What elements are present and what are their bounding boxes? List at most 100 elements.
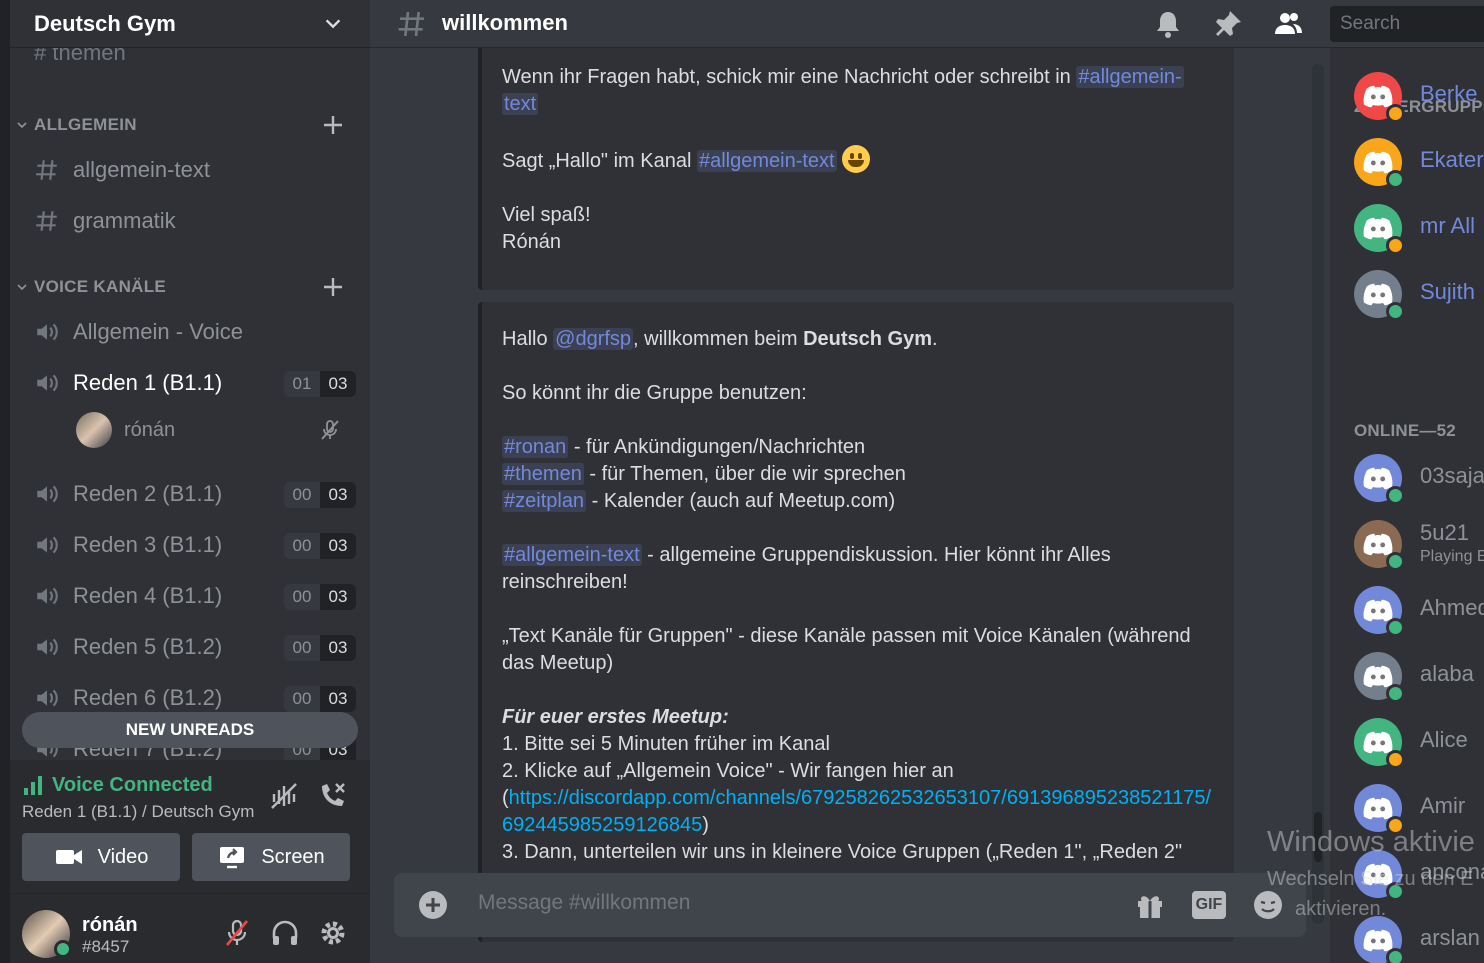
channel-mention[interactable]: #themen (502, 463, 584, 485)
member-item[interactable]: arslan (1354, 912, 1484, 963)
member-item[interactable]: 5u21 Playing E (1354, 516, 1484, 572)
user-count: 00 (284, 482, 320, 508)
gift-icon[interactable] (1134, 889, 1166, 921)
pin-icon[interactable] (1212, 8, 1244, 40)
user-tag[interactable]: #8457 (82, 937, 129, 957)
channel-title: willkommen (442, 10, 568, 35)
message-list: Wenn ihr Fragen habt, schick mir eine Na… (370, 48, 1330, 963)
user-limit-badge: 00 03 (284, 635, 356, 661)
message-heading: Für euer erstes Meetup: (502, 706, 729, 728)
message-text: So könnt ihr die Gruppe benutzen: (502, 382, 807, 404)
channel-name: grammatik (73, 208, 176, 233)
screen-share-icon (220, 847, 245, 869)
status-dot (1386, 552, 1405, 571)
hash-icon (36, 160, 57, 180)
scrollbar-thumb[interactable] (1314, 812, 1322, 862)
voice-location[interactable]: Reden 1 (B1.1) / Deutsch Gym (22, 802, 254, 822)
add-channel-icon[interactable] (322, 276, 344, 298)
channel-name: Reden 2 (B1.1) (73, 481, 223, 506)
member-item[interactable]: Ekater (1354, 134, 1484, 190)
member-name: arslan (1420, 925, 1480, 950)
category-allgemein[interactable]: ALLGEMEIN (10, 110, 370, 140)
voice-channel-reden-3[interactable]: Reden 3 (B1.1) 00 03 (26, 522, 356, 566)
channel-name: Reden 1 (B1.1) (73, 370, 223, 395)
noise-suppression-icon[interactable] (268, 780, 300, 812)
member-item[interactable]: Ahmed (1354, 582, 1484, 638)
category-voice[interactable]: VOICE KANÄLE (10, 272, 370, 302)
signal-icon[interactable] (22, 774, 46, 796)
status-dot (1386, 684, 1405, 703)
mic-muted-icon (321, 420, 339, 440)
channel-mention[interactable]: #allgemein-text (696, 150, 837, 172)
disconnect-icon[interactable] (316, 780, 348, 812)
category-label: ALLGEMEIN (34, 115, 137, 134)
speaker-icon (37, 374, 58, 392)
avatar (76, 412, 112, 448)
member-name: 5u21 (1420, 520, 1469, 545)
scrollbar-track[interactable] (1312, 64, 1324, 924)
member-item[interactable]: mr All (1354, 200, 1484, 256)
channel-mention[interactable]: text (502, 93, 539, 115)
member-item[interactable]: 03saja (1354, 450, 1484, 506)
member-item[interactable]: Sujith (1354, 266, 1484, 322)
channel-mention[interactable]: #zeitplan (502, 490, 587, 512)
message-text: #allgemein-text - allgemeine Gruppendisk… (502, 544, 1111, 593)
status-dot (1386, 170, 1405, 189)
server-header[interactable]: Deutsch Gym (10, 0, 370, 48)
members-icon[interactable] (1272, 8, 1304, 40)
voice-channel-reden-2[interactable]: Reden 2 (B1.1) 00 03 (26, 471, 356, 515)
member-item[interactable]: ancona (1354, 846, 1484, 902)
status-dot (1386, 948, 1405, 963)
voice-channel-allgemein[interactable]: Allgemein - Voice (26, 309, 356, 353)
user-limit-badge: 00 03 (284, 686, 356, 712)
user-limit: 03 (320, 686, 356, 712)
headphones-icon[interactable] (270, 918, 300, 948)
voice-user-item[interactable]: rónán (74, 410, 356, 450)
member-item[interactable]: Alice (1354, 714, 1484, 770)
user-limit-badge: 00 03 (284, 584, 356, 610)
online-status-dot (54, 940, 72, 958)
search-input[interactable]: Search (1330, 6, 1484, 42)
user-mention[interactable]: @dgrfsp (553, 328, 634, 350)
add-attachment-icon[interactable] (418, 890, 448, 920)
new-unreads-button[interactable]: NEW UNREADS (22, 712, 358, 748)
voice-channel-reden-4[interactable]: Reden 4 (B1.1) 00 03 (26, 573, 356, 617)
user-count: 00 (284, 635, 320, 661)
speaker-icon (37, 536, 58, 554)
voice-channel-reden-1[interactable]: Reden 1 (B1.1) 01 03 (26, 360, 356, 404)
channel-list: # themen ALLGEMEIN allgemein-text gramma… (10, 48, 370, 760)
bell-icon[interactable] (1152, 8, 1184, 40)
grinning-emoji-icon (842, 145, 871, 173)
member-name: Sujith (1420, 279, 1476, 304)
user-count: 01 (284, 371, 320, 397)
add-channel-icon[interactable] (322, 114, 344, 136)
message-composer[interactable]: Message #willkommen GIF (394, 873, 1306, 937)
message-input[interactable]: Message #willkommen (478, 891, 690, 915)
message-text: Wenn ihr Fragen habt, schick mir eine Na… (502, 66, 1184, 115)
username[interactable]: rónán (82, 914, 138, 937)
emoji-picker-icon[interactable] (1252, 889, 1284, 921)
member-item[interactable]: Berke (1354, 68, 1484, 124)
video-button[interactable]: Video (22, 833, 180, 881)
guild-strip (0, 0, 10, 963)
channel-item-partial[interactable]: # themen (34, 48, 126, 66)
voice-status[interactable]: Voice Connected (52, 774, 213, 797)
discord-link[interactable]: https://discordapp.com/channels/67925826… (502, 787, 1211, 836)
message-text: Sagt „Hallo" im Kanal #allgemein-text (502, 145, 1214, 175)
channel-mention[interactable]: #allgemein- (1076, 66, 1184, 88)
channel-mention[interactable]: #ronan (502, 436, 569, 458)
member-item[interactable]: alaba (1354, 648, 1484, 704)
member-item[interactable]: Amir (1354, 780, 1484, 836)
video-label: Video (97, 845, 149, 868)
screen-share-button[interactable]: Screen (192, 833, 350, 881)
channel-item-grammatik[interactable]: grammatik (26, 198, 356, 242)
gear-icon[interactable] (318, 918, 348, 948)
status-dot (1386, 750, 1405, 769)
member-name: 03saja (1420, 463, 1484, 488)
channel-item-allgemein-text[interactable]: allgemein-text (26, 147, 356, 191)
voice-channel-reden-5[interactable]: Reden 5 (B1.2) 00 03 (26, 624, 356, 668)
channel-mention[interactable]: #allgemein-text (502, 544, 642, 566)
gif-button[interactable]: GIF (1192, 891, 1226, 919)
mic-muted-icon[interactable] (222, 918, 252, 948)
user-count: 00 (284, 533, 320, 559)
